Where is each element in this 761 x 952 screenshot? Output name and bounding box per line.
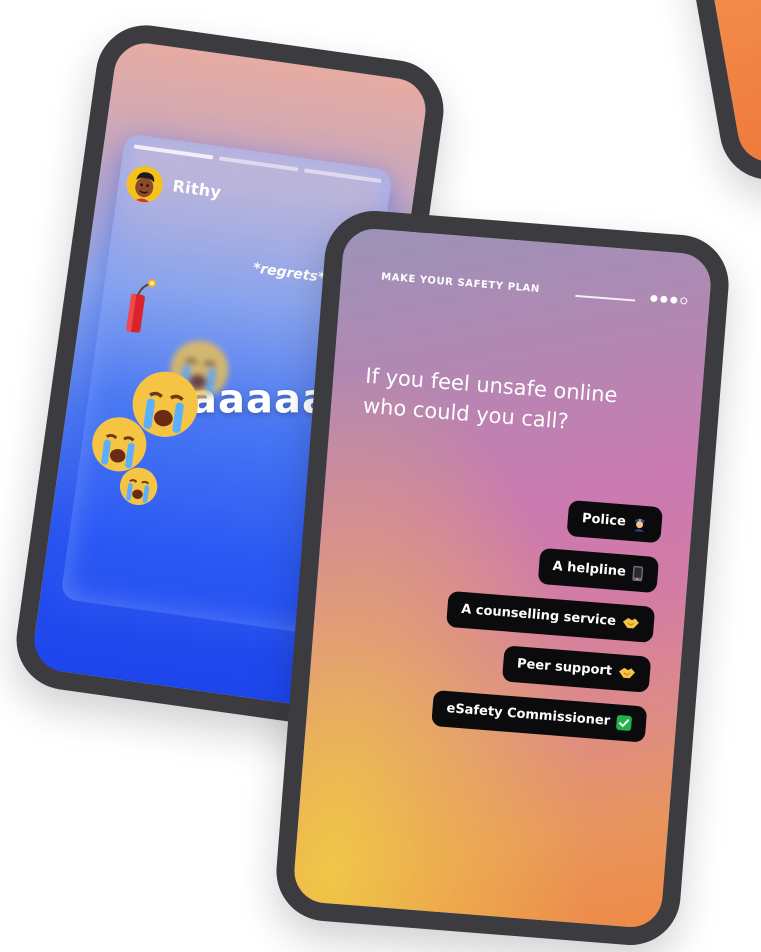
- option-helpline-button[interactable]: A helpline: [537, 547, 660, 594]
- option-label: eSafety Commissioner: [445, 701, 611, 729]
- story-progress-bar: [133, 144, 214, 160]
- option-peer-support-button[interactable]: Peer support: [501, 645, 652, 693]
- stage: Rithy *regrets* aaaaah MAKE YOUR SAFETY …: [0, 0, 761, 952]
- option-label: Police: [581, 511, 627, 530]
- handshake-icon: [617, 665, 636, 680]
- option-label: A helpline: [552, 558, 627, 580]
- story-progress-bar: [303, 168, 382, 184]
- mobile-phone-icon: [631, 565, 644, 582]
- option-label: A counselling service: [460, 601, 617, 630]
- plan-header: MAKE YOUR SAFETY PLAN: [380, 271, 541, 296]
- check-mark-icon: [615, 714, 632, 731]
- safety-plan-phone: MAKE YOUR SAFETY PLAN If you feel unsafe…: [272, 207, 733, 949]
- option-police-button[interactable]: Police: [566, 500, 664, 544]
- crying-face-icon: [119, 467, 158, 506]
- progress-dot-empty: [680, 297, 688, 305]
- story-progress-bar: [218, 156, 299, 172]
- progress-dot-filled: [660, 295, 668, 304]
- dynamite-icon: [126, 279, 157, 333]
- option-esafety-button[interactable]: eSafety Commissioner: [431, 689, 648, 743]
- plan-question: If you feel unsafe online who could you …: [362, 361, 686, 446]
- progress-dot-filled: [650, 294, 658, 303]
- progress-dot-filled: [670, 296, 678, 304]
- police-officer-icon: [631, 515, 648, 532]
- handshake-icon: [621, 616, 640, 631]
- option-label: Peer support: [516, 656, 613, 679]
- plan-header-divider: [575, 294, 636, 302]
- plan-options: Police A helpline A counselling service …: [325, 481, 693, 743]
- partial-phone: [654, 0, 761, 188]
- plan-progress-dots: [650, 294, 688, 305]
- option-counselling-button[interactable]: A counselling service: [445, 590, 656, 643]
